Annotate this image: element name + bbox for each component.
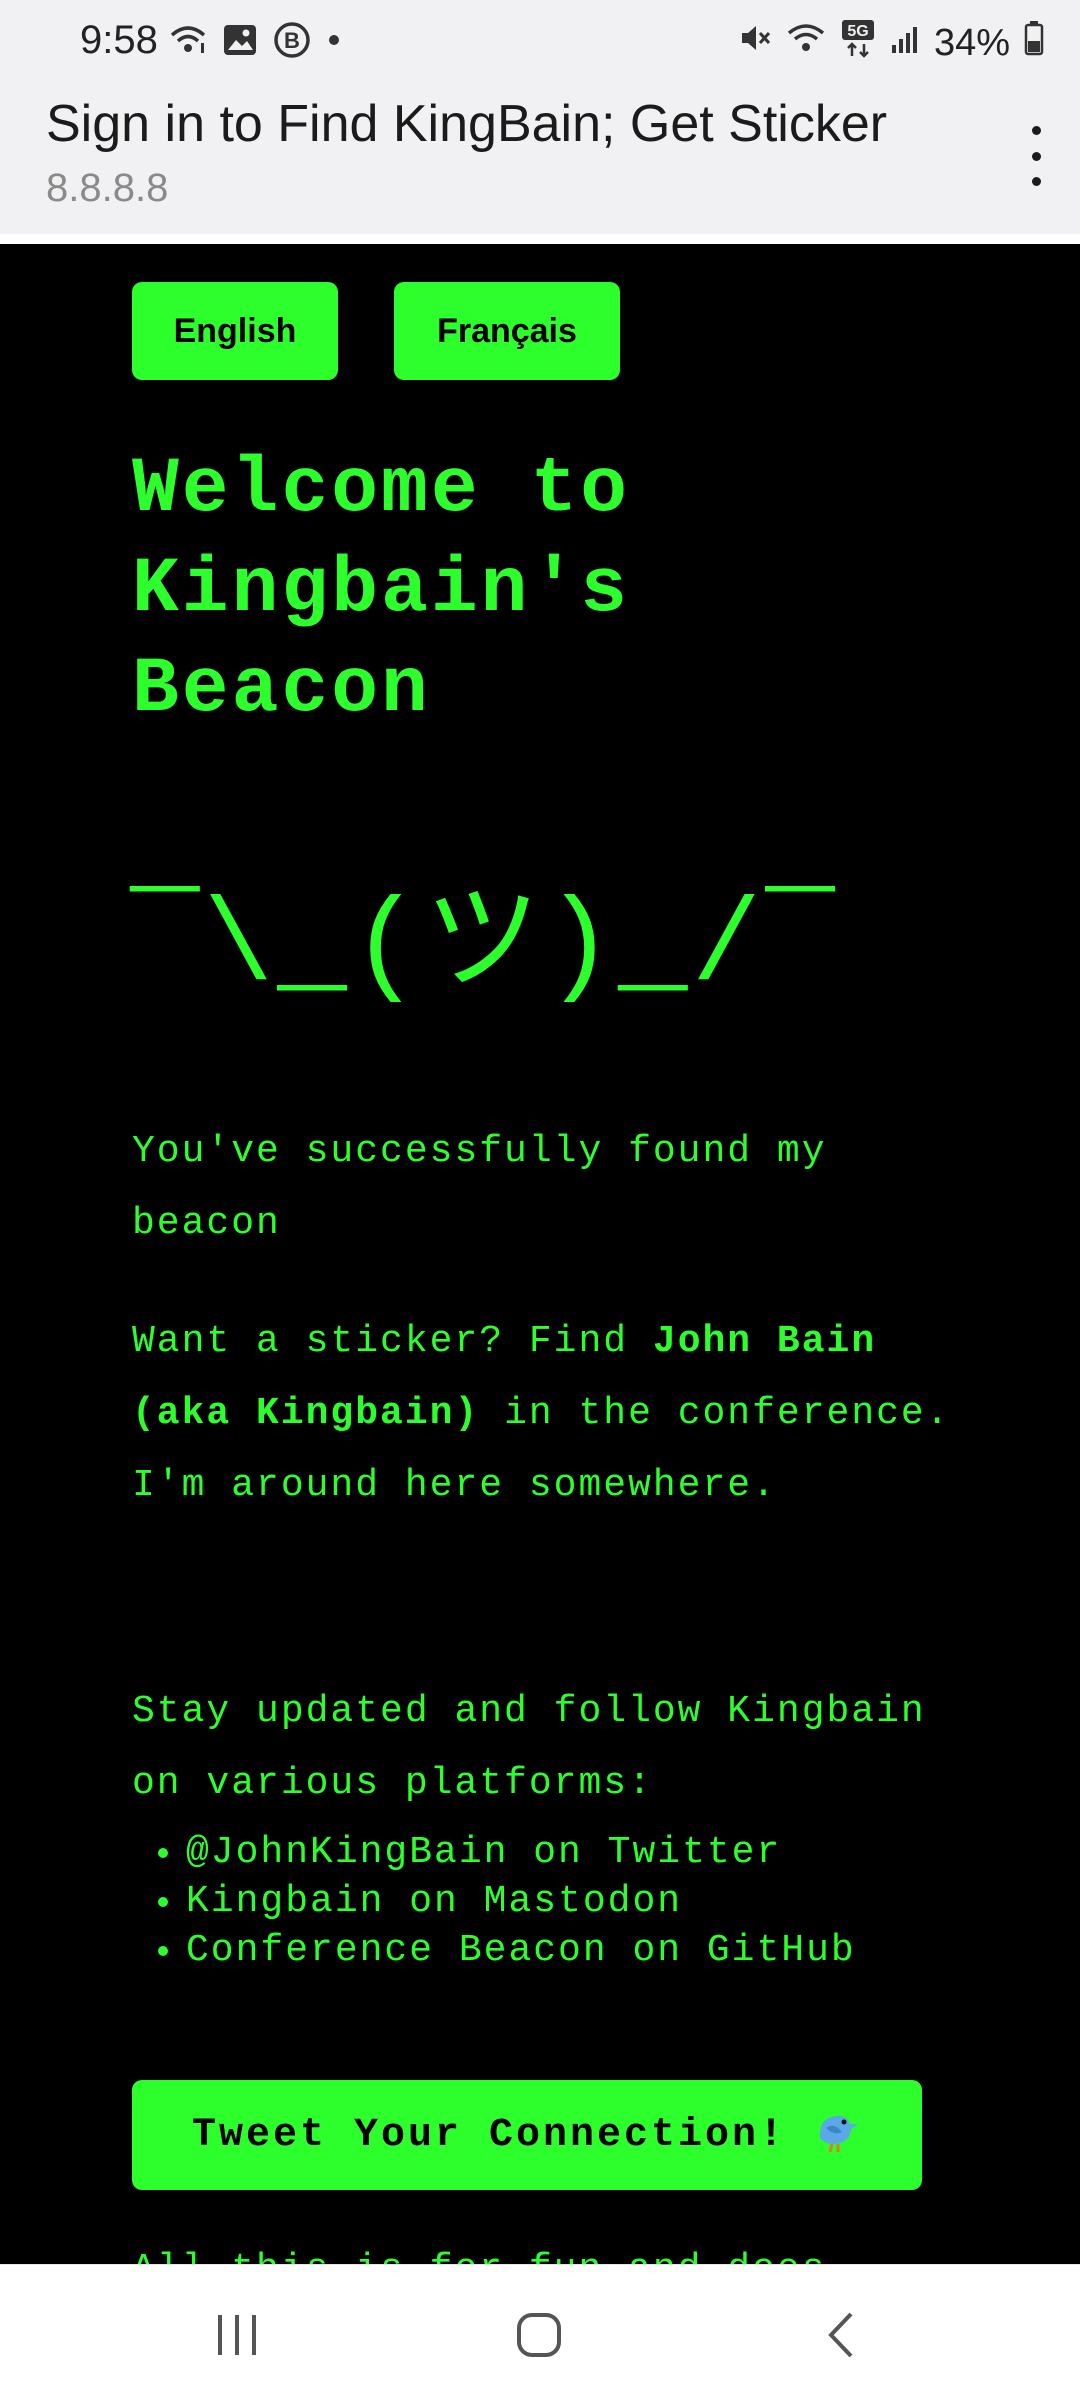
svg-text:5G: 5G	[847, 23, 868, 40]
more-options-icon[interactable]	[1016, 126, 1056, 186]
cutoff-text: All this is for fun and does	[132, 2248, 827, 2264]
back-icon[interactable]	[796, 2295, 886, 2375]
status-time: 9:58	[80, 18, 158, 62]
dot-icon	[326, 32, 342, 52]
page-title: Sign in to Find KingBain; Get Sticker	[46, 95, 888, 153]
page-content: English Français Welcome to Kingbain's B…	[0, 244, 1080, 2264]
svg-text:B: B	[284, 28, 300, 53]
page-url[interactable]: 8.8.8.8	[46, 166, 168, 211]
sticker-prefix: Want a sticker? Find	[132, 1320, 653, 1363]
b-app-icon: B	[272, 20, 312, 64]
welcome-heading: Welcome to Kingbain's Beacon	[132, 446, 631, 734]
home-icon[interactable]	[494, 2295, 584, 2375]
network-5g-icon: 5G	[840, 18, 876, 68]
found-beacon-text: You've successfully found my beacon	[132, 1130, 827, 1245]
platform-link-mastodon[interactable]: Kingbain on Mastodon	[132, 1877, 856, 1926]
platform-list: @JohnKingBain on Twitter Kingbain on Mas…	[132, 1828, 856, 1975]
signal-icon	[890, 22, 920, 65]
status-bar: 9:58 B 5G 34%	[0, 0, 1080, 88]
browser-title-bar: Sign in to Find KingBain; Get Sticker 8.…	[0, 88, 1080, 234]
bird-icon	[808, 2102, 862, 2169]
wifi-call-icon	[168, 21, 208, 63]
system-status: 5G 34%	[738, 18, 1044, 68]
navigation-bar	[0, 2264, 1080, 2400]
mute-icon	[738, 21, 772, 65]
recent-apps-icon[interactable]	[192, 2295, 282, 2375]
gallery-icon	[222, 23, 258, 61]
tweet-connection-button[interactable]: Tweet Your Connection!	[132, 2080, 922, 2190]
battery-icon	[1024, 20, 1044, 66]
follow-text: Stay updated and follow Kingbain on vari…	[132, 1690, 926, 1805]
title-divider	[0, 234, 1080, 244]
notification-icons: B	[168, 20, 342, 64]
platform-link-github[interactable]: Conference Beacon on GitHub	[132, 1926, 856, 1975]
language-french-button[interactable]: Français	[394, 282, 620, 380]
platform-link-twitter[interactable]: @JohnKingBain on Twitter	[132, 1828, 856, 1877]
tweet-button-label: Tweet Your Connection!	[191, 2112, 787, 2158]
wifi-icon	[786, 21, 826, 65]
battery-percent: 34%	[933, 21, 1010, 64]
sticker-text: Want a sticker? Find John Bain (aka King…	[132, 1306, 992, 1522]
shrug-emoticon: ¯\_(ツ)_/¯	[130, 881, 839, 1013]
language-english-button[interactable]: English	[132, 282, 338, 380]
phone-screen: 9:58 B 5G 34% Sign in to Find KingBain; …	[0, 0, 1080, 2400]
